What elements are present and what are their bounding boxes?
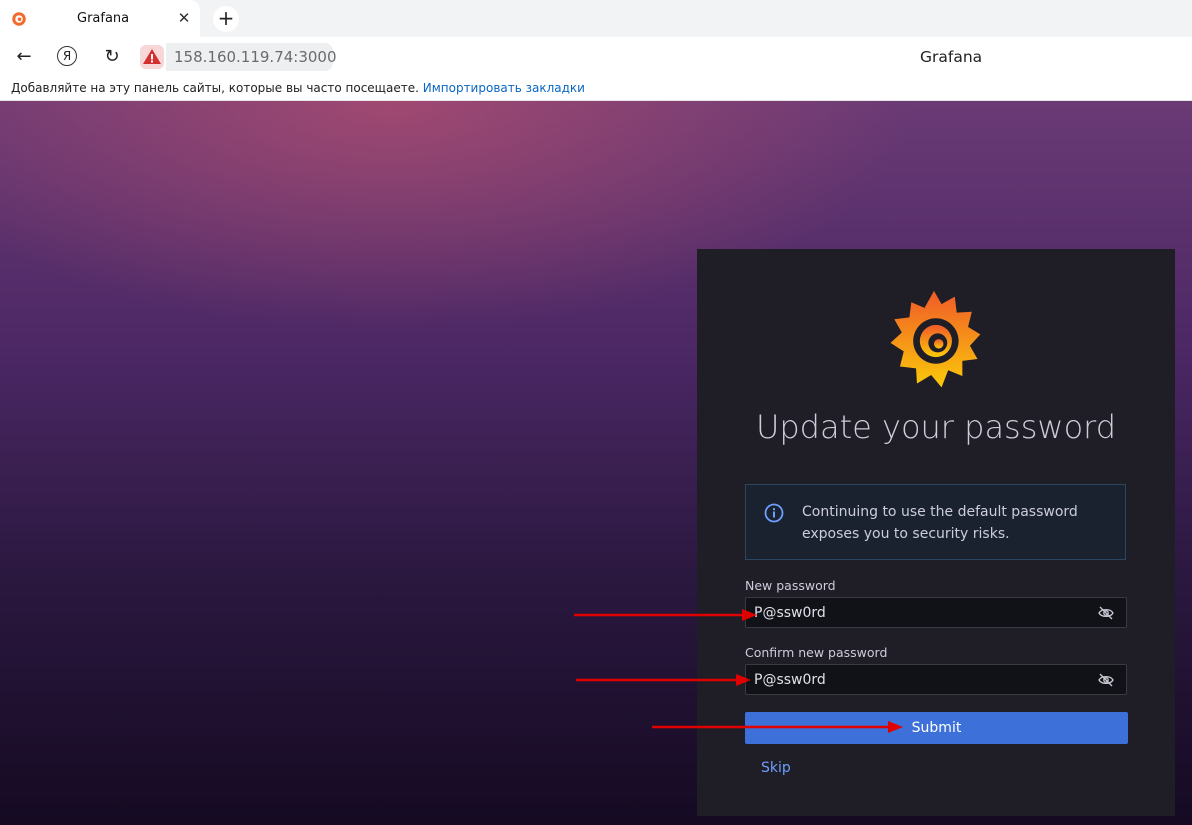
skip-link[interactable]: Skip (761, 760, 791, 776)
tab-title: Grafana (77, 11, 130, 26)
address-bar[interactable]: 158.160.119.74:3000 (166, 43, 337, 71)
annotation-arrow (574, 609, 757, 621)
confirm-password-label: Confirm new password (745, 645, 888, 660)
page-title: Grafana (920, 48, 983, 66)
new-password-input[interactable] (746, 598, 1102, 627)
eye-slash-icon[interactable] (1098, 605, 1114, 621)
new-password-field[interactable] (745, 597, 1127, 628)
yandex-icon[interactable]: Я (57, 46, 77, 66)
annotation-arrow (576, 674, 751, 686)
grafana-favicon-icon (12, 12, 26, 26)
bookmarks-hint: Добавляйте на эту панель сайты, которые … (11, 81, 585, 95)
confirm-password-input[interactable] (746, 665, 1102, 694)
bookmarks-hint-text: Добавляйте на эту панель сайты, которые … (11, 81, 419, 95)
reload-icon[interactable]: ↻ (100, 45, 124, 69)
back-arrow-icon[interactable]: ← (12, 45, 36, 69)
grafana-page: Update your password Continuing to use t… (0, 101, 1192, 825)
tab-grafana[interactable]: Grafana ✕ (0, 0, 200, 37)
info-circle-icon (764, 503, 784, 523)
alert-text: Continuing to use the default password e… (802, 504, 1078, 542)
grafana-logo-icon (890, 290, 981, 388)
address-text: 158.160.119.74:3000 (174, 48, 337, 66)
import-bookmarks-link[interactable]: Импортировать закладки (423, 81, 585, 95)
close-tab-icon[interactable]: ✕ (176, 8, 192, 28)
security-alert: Continuing to use the default password e… (745, 484, 1126, 560)
new-password-label: New password (745, 578, 836, 593)
eye-slash-icon[interactable] (1098, 672, 1114, 688)
browser-toolbar: ← Я ↻ 158.160.119.74:3000 Grafana (0, 37, 1192, 77)
bookmarks-bar: Добавляйте на эту панель сайты, которые … (0, 77, 1192, 101)
page-heading: Update your password (755, 408, 1117, 446)
browser-tab-bar: Grafana ✕ + (0, 0, 1192, 38)
not-secure-warning-icon[interactable] (140, 45, 164, 69)
annotation-arrow (652, 721, 903, 733)
confirm-password-field[interactable] (745, 664, 1127, 695)
new-tab-button[interactable]: + (213, 6, 239, 32)
